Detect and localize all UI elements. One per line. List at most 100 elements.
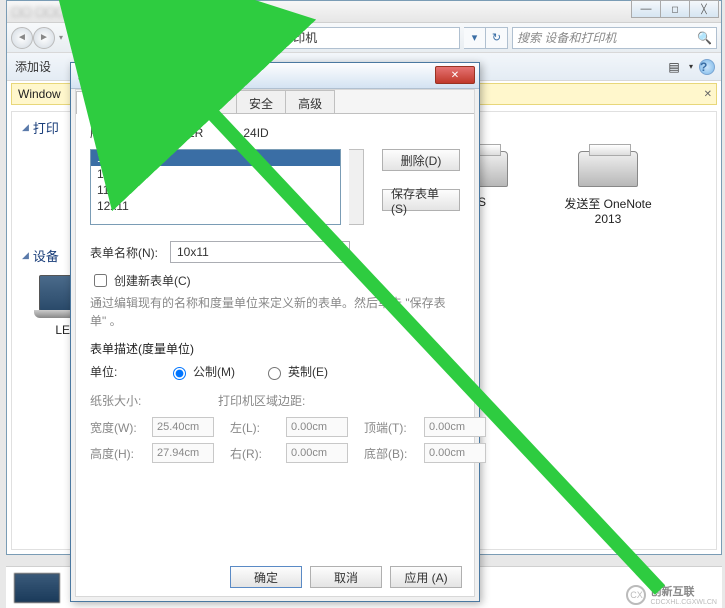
nav-history-dropdown[interactable]: ▾ bbox=[55, 27, 67, 49]
right-input[interactable] bbox=[286, 443, 348, 463]
group-printers-label: 打印 bbox=[33, 118, 59, 137]
collapse-arrow-icon: ◢ bbox=[22, 250, 29, 261]
printer-icon: 🖨 bbox=[77, 69, 91, 83]
dialog-body: 表单 端口 驱 安全 高级 所有表单(F): USER 24ID 10x11 1… bbox=[75, 89, 475, 597]
help-icon[interactable]: ? bbox=[699, 59, 715, 75]
list-item[interactable]: 12x11 bbox=[91, 198, 340, 214]
unit-row: 单位: 公制(M) 英制(E) bbox=[90, 363, 460, 380]
tab-strip: 表单 端口 驱 安全 高级 bbox=[76, 90, 474, 114]
list-item[interactable]: 10x14 bbox=[91, 166, 340, 182]
infobar-close-icon[interactable]: ✕ bbox=[704, 89, 712, 100]
watermark-logo-icon: CX bbox=[626, 585, 646, 605]
crumb-hardware-sound[interactable]: 硬件和声音 bbox=[170, 29, 230, 46]
address-dropdown[interactable]: ▾ bbox=[464, 27, 486, 49]
search-input[interactable]: 搜索 设备和打印机 🔍 bbox=[512, 27, 717, 49]
bottom-label: 底部(B): bbox=[364, 445, 416, 462]
height-input[interactable] bbox=[152, 443, 214, 463]
tab-security[interactable]: 安全 bbox=[236, 90, 286, 113]
width-input[interactable] bbox=[152, 417, 214, 437]
nav-buttons: ◄ ► ▾ bbox=[11, 27, 67, 49]
forms-list-row: 10x11 10x14 11x17 12x11 删除(D) 保存表单(S) bbox=[90, 149, 460, 225]
bottom-input[interactable] bbox=[424, 443, 486, 463]
printer-icon: 🖨 bbox=[76, 31, 91, 45]
refresh-button[interactable]: ↻ bbox=[486, 27, 508, 49]
print-server-properties-dialog: 🖨 打印服务器 属性 ✕ 表单 端口 驱 安全 高级 所有表单(F): USER… bbox=[70, 62, 480, 602]
infobar-label: Window bbox=[18, 87, 61, 101]
all-forms-row: 所有表单(F): USER 24ID bbox=[90, 124, 460, 141]
unit-label: 单位: bbox=[90, 363, 140, 380]
unit-metric-radio[interactable]: 公制(M) bbox=[168, 363, 235, 380]
main-titlebar: ▢▢ ▢▢▢▢▢▢ bbox=[7, 1, 721, 23]
server-name: USER 24ID bbox=[170, 126, 269, 140]
height-label: 高度(H): bbox=[90, 445, 144, 462]
view-options-icon[interactable]: ▤ bbox=[665, 58, 683, 76]
dialog-title-text: 打印服务器 属性 bbox=[97, 67, 184, 84]
form-name-label: 表单名称(N): bbox=[90, 244, 162, 261]
group-devices-label: 设备 bbox=[33, 246, 59, 265]
form-description-title: 表单描述(度量单位) bbox=[90, 340, 460, 357]
title-blurred: ▢▢ ▢▢▢▢▢▢ bbox=[11, 5, 97, 18]
details-thumbnail-icon bbox=[14, 573, 60, 603]
device-onenote[interactable]: 发送至 OneNote 2013 bbox=[553, 143, 663, 226]
dropdown-icon[interactable]: ▾ bbox=[689, 62, 693, 71]
back-button[interactable]: ◄ bbox=[11, 27, 33, 49]
form-name-row: 表单名称(N): bbox=[90, 241, 460, 263]
right-label: 右(R): bbox=[230, 445, 278, 462]
left-input[interactable] bbox=[286, 417, 348, 437]
create-new-form-label: 创建新表单(C) bbox=[114, 272, 191, 289]
create-hint: 通过编辑现有的名称和度量单位来定义新的表单。然后单击 "保存表单" 。 bbox=[90, 294, 460, 330]
dialog-titlebar: 🖨 打印服务器 属性 ✕ bbox=[71, 63, 479, 89]
list-item[interactable]: 11x17 bbox=[91, 182, 340, 198]
device-label: 发送至 OneNote 2013 bbox=[553, 195, 663, 226]
window-controls bbox=[632, 0, 719, 18]
tab-forms[interactable]: 表单 bbox=[76, 91, 126, 114]
forms-listbox[interactable]: 10x11 10x14 11x17 12x11 bbox=[90, 149, 341, 225]
height-row: 高度(H): 右(R): 底部(B): bbox=[90, 443, 460, 463]
minimize-button[interactable] bbox=[631, 0, 661, 18]
crumb-devices-printers[interactable]: 设备和打印机 bbox=[245, 29, 317, 46]
tab-drivers[interactable]: 驱 bbox=[174, 90, 212, 113]
paper-size-label: 纸张大小: bbox=[90, 392, 210, 409]
search-icon: 🔍 bbox=[697, 31, 712, 45]
delete-button[interactable]: 删除(D) bbox=[382, 149, 460, 171]
crumb-control-panel[interactable]: 控制面板 bbox=[107, 29, 155, 46]
watermark-text: 创新互联 bbox=[650, 583, 717, 599]
tab-hidden[interactable] bbox=[211, 90, 237, 113]
collapse-arrow-icon: ◢ bbox=[22, 122, 29, 133]
margin-label: 打印机区域边距: bbox=[218, 392, 305, 409]
save-form-button[interactable]: 保存表单(S) bbox=[382, 189, 460, 211]
dialog-button-row: 确定 取消 应用 (A) bbox=[230, 566, 462, 588]
top-label: 顶端(T): bbox=[364, 419, 416, 436]
search-placeholder: 搜索 设备和打印机 bbox=[517, 29, 616, 46]
chevron-right-icon: › bbox=[97, 32, 100, 43]
list-item[interactable]: 10x11 bbox=[91, 150, 340, 166]
watermark: CX 创新互联 CDCXHL.CGXWLCN bbox=[626, 583, 717, 606]
width-row: 宽度(W): 左(L): 顶端(T): bbox=[90, 417, 460, 437]
form-name-input[interactable] bbox=[170, 241, 350, 263]
unit-imperial-radio[interactable]: 英制(E) bbox=[263, 363, 328, 380]
chevron-right-icon: › bbox=[161, 32, 164, 43]
maximize-button[interactable] bbox=[660, 0, 690, 18]
top-input[interactable] bbox=[424, 417, 486, 437]
cancel-button[interactable]: 取消 bbox=[310, 566, 382, 588]
dialog-close-button[interactable]: ✕ bbox=[435, 66, 475, 84]
width-label: 宽度(W): bbox=[90, 419, 144, 436]
address-bar: ◄ ► ▾ 🖨 › 控制面板 › 硬件和声音 › 设备和打印机 ▾ ↻ 搜索 设… bbox=[7, 23, 721, 53]
tab-ports[interactable]: 端口 bbox=[125, 90, 175, 113]
printer-icon bbox=[576, 143, 640, 191]
scrollbar[interactable] bbox=[349, 149, 364, 225]
add-device-button[interactable]: 添加设 bbox=[15, 58, 51, 75]
create-new-form-checkbox[interactable] bbox=[94, 274, 107, 287]
create-new-form-row: 创建新表单(C) bbox=[90, 271, 460, 290]
ok-button[interactable]: 确定 bbox=[230, 566, 302, 588]
apply-button[interactable]: 应用 (A) bbox=[390, 566, 462, 588]
left-label: 左(L): bbox=[230, 419, 278, 436]
tab-forms-panel: 所有表单(F): USER 24ID 10x11 10x14 11x17 12x… bbox=[76, 114, 474, 479]
chevron-right-icon: › bbox=[236, 32, 239, 43]
tab-advanced[interactable]: 高级 bbox=[285, 90, 335, 113]
close-button[interactable] bbox=[689, 0, 719, 18]
watermark-sub: CDCXHL.CGXWLCN bbox=[650, 599, 717, 606]
forward-button[interactable]: ► bbox=[33, 27, 55, 49]
breadcrumb[interactable]: 🖨 › 控制面板 › 硬件和声音 › 设备和打印机 bbox=[71, 27, 460, 49]
all-forms-label: 所有表单(F): bbox=[90, 124, 162, 141]
